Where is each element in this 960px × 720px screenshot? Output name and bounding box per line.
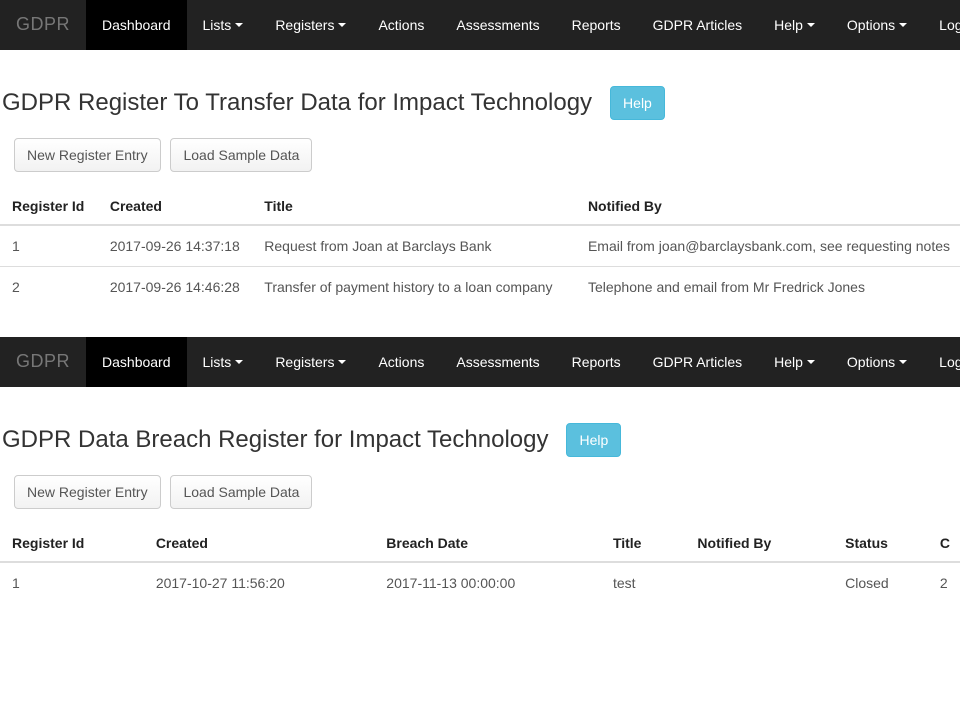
nav-options[interactable]: Options xyxy=(831,337,923,387)
table-row[interactable]: 2 2017-09-26 14:46:28 Transfer of paymen… xyxy=(0,267,960,308)
col-status[interactable]: Status xyxy=(833,527,928,562)
transfer-register-table: Register Id Created Title Notified By 1 … xyxy=(0,190,960,307)
col-title[interactable]: Title xyxy=(601,527,685,562)
chevron-down-icon xyxy=(235,360,243,364)
chevron-down-icon xyxy=(899,360,907,364)
nav-reports[interactable]: Reports xyxy=(556,0,637,50)
brand-logo[interactable]: GDPR xyxy=(0,0,86,50)
nav-reports[interactable]: Reports xyxy=(556,337,637,387)
col-notified-by[interactable]: Notified By xyxy=(576,190,960,225)
col-created[interactable]: Created xyxy=(144,527,374,562)
chevron-down-icon xyxy=(899,23,907,27)
chevron-down-icon xyxy=(235,23,243,27)
nav-logout[interactable]: Log Out xyxy=(923,337,960,387)
col-created[interactable]: Created xyxy=(98,190,252,225)
nav-assessments[interactable]: Assessments xyxy=(440,337,555,387)
load-sample-data-button[interactable]: Load Sample Data xyxy=(170,138,312,172)
breach-register-table: Register Id Created Breach Date Title No… xyxy=(0,527,960,603)
col-closed[interactable]: C xyxy=(928,527,960,562)
chevron-down-icon xyxy=(807,360,815,364)
new-register-entry-button[interactable]: New Register Entry xyxy=(14,138,161,172)
table-row[interactable]: 1 2017-10-27 11:56:20 2017-11-13 00:00:0… xyxy=(0,562,960,603)
new-register-entry-button[interactable]: New Register Entry xyxy=(14,475,161,509)
col-breach-date[interactable]: Breach Date xyxy=(374,527,601,562)
nav-help[interactable]: Help xyxy=(758,337,831,387)
chevron-down-icon xyxy=(338,360,346,364)
help-button[interactable]: Help xyxy=(566,423,621,457)
chevron-down-icon xyxy=(338,23,346,27)
table-row[interactable]: 1 2017-09-26 14:37:18 Request from Joan … xyxy=(0,225,960,267)
navbar-bottom: GDPR Dashboard Lists Registers Actions A… xyxy=(0,337,960,387)
nav-lists[interactable]: Lists xyxy=(187,0,260,50)
nav-options[interactable]: Options xyxy=(831,0,923,50)
nav-gdpr-articles[interactable]: GDPR Articles xyxy=(637,337,758,387)
breach-register-section: GDPR Data Breach Register for Impact Tec… xyxy=(0,387,960,633)
chevron-down-icon xyxy=(807,23,815,27)
nav-lists[interactable]: Lists xyxy=(187,337,260,387)
nav-logout[interactable]: Log Out xyxy=(923,0,960,50)
nav-gdpr-articles[interactable]: GDPR Articles xyxy=(637,0,758,50)
col-title[interactable]: Title xyxy=(252,190,576,225)
col-register-id[interactable]: Register Id xyxy=(0,527,144,562)
navbar-top: GDPR Dashboard Lists Registers Actions A… xyxy=(0,0,960,50)
load-sample-data-button[interactable]: Load Sample Data xyxy=(170,475,312,509)
col-register-id[interactable]: Register Id xyxy=(0,190,98,225)
nav-dashboard[interactable]: Dashboard xyxy=(86,0,187,50)
transfer-register-section: GDPR Register To Transfer Data for Impac… xyxy=(0,50,960,337)
nav-actions[interactable]: Actions xyxy=(362,337,440,387)
nav-actions[interactable]: Actions xyxy=(362,0,440,50)
help-button[interactable]: Help xyxy=(610,86,665,120)
nav-registers[interactable]: Registers xyxy=(259,0,362,50)
nav-assessments[interactable]: Assessments xyxy=(440,0,555,50)
brand-logo[interactable]: GDPR xyxy=(0,337,86,387)
nav-registers[interactable]: Registers xyxy=(259,337,362,387)
page-title: GDPR Register To Transfer Data for Impac… xyxy=(2,89,592,117)
nav-help[interactable]: Help xyxy=(758,0,831,50)
page-title: GDPR Data Breach Register for Impact Tec… xyxy=(2,426,548,454)
nav-dashboard[interactable]: Dashboard xyxy=(86,337,187,387)
col-notified-by[interactable]: Notified By xyxy=(685,527,833,562)
